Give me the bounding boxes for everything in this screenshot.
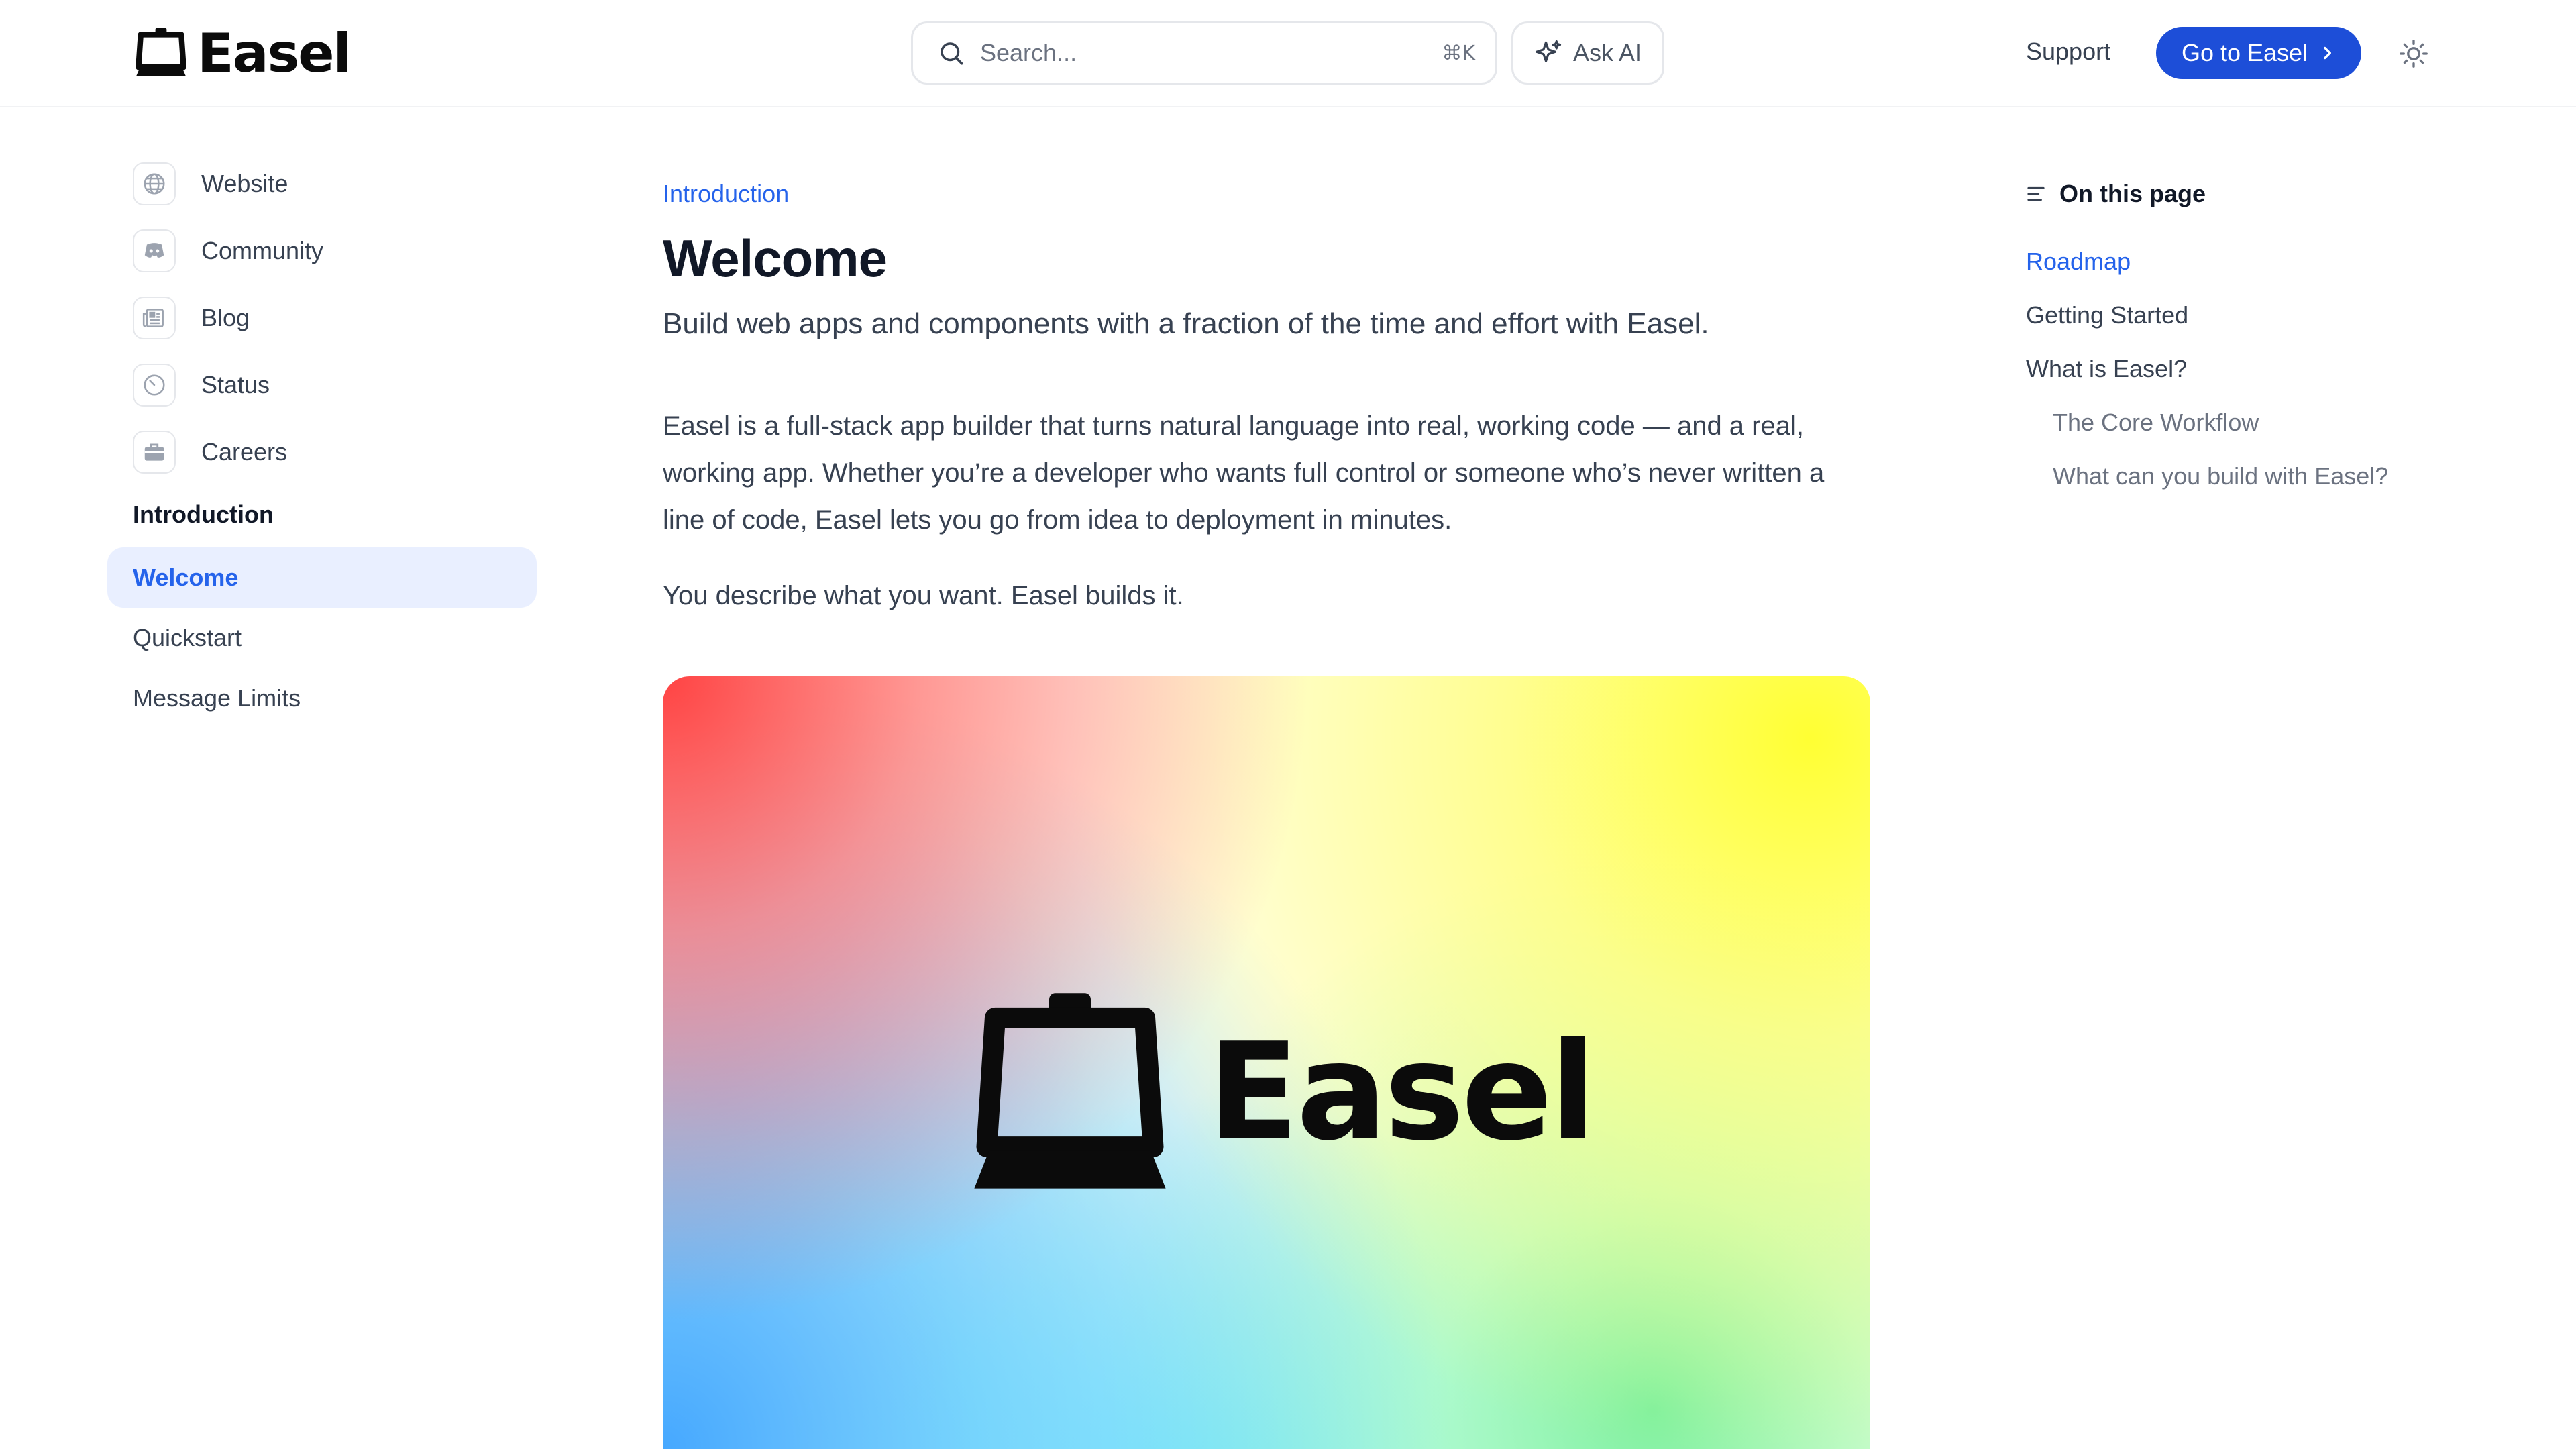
breadcrumb[interactable]: Introduction [663,180,789,208]
sidebar-link-label: Status [201,371,270,398]
easel-logo-icon [974,993,1166,1189]
search-icon [941,42,963,65]
toc-heading: On this page [2026,180,2455,208]
sidebar-link-website[interactable]: Website [133,161,537,207]
discord-icon [144,243,164,258]
newspaper-icon-box [133,297,176,339]
support-link[interactable]: Support [2026,38,2110,66]
go-to-easel-label: Go to Easel [2181,39,2308,66]
sidebar-link-status[interactable]: Status [133,362,537,408]
sidebar-item-quickstart[interactable]: Quickstart [107,608,537,668]
sidebar-link-community[interactable]: Community [133,228,537,274]
toc-item-roadmap[interactable]: Roadmap [2026,235,2455,288]
brand-name: Easel [197,22,352,85]
toc-heading-label: On this page [2059,180,2206,207]
page-title: Welcome [663,229,888,288]
chevron-right-icon [2324,46,2332,60]
brand-logo[interactable]: Easel [133,22,352,85]
sun-icon[interactable] [2399,39,2428,68]
tagline-paragraph: You describe what you want. Easel builds… [663,581,1184,610]
sidebar-item-welcome[interactable]: Welcome [107,547,537,608]
globe-icon [144,173,165,195]
intro-paragraph: Easel is a full-stack app builder that t… [663,411,1825,535]
left-sidebar: Website Community Blog Status Careers In… [107,161,537,729]
hero-logo-text: Easel [1208,1014,1596,1171]
ask-ai-label: Ask AI [1572,39,1642,66]
briefcase-icon [144,443,164,461]
sidebar-link-label: Careers [201,438,288,466]
sidebar-link-careers[interactable]: Careers [133,429,537,475]
hero-logo: Easel [966,989,1596,1197]
go-to-easel-button[interactable]: Go to Easel [2156,27,2361,79]
status-icon [144,374,165,396]
search-input[interactable]: Search... ⌘K [911,21,1497,85]
sidebar-item-message-limits[interactable]: Message Limits [107,668,537,729]
sidebar-section-title: Introduction [133,500,274,528]
sparkle-icon [1535,40,1562,62]
briefcase-icon-box [133,431,176,474]
toc-item-what-is-easel[interactable]: What is Easel? [2026,342,2455,396]
status-icon-box [133,364,176,407]
table-of-contents: On this page Roadmap Getting Started Wha… [2026,180,2455,503]
ask-ai-button[interactable]: Ask AI [1511,21,1664,85]
discord-icon-box [133,229,176,272]
sidebar-link-label: Community [201,237,324,264]
toc-item-getting-started[interactable]: Getting Started [2026,288,2455,342]
page-subtitle: Build web apps and components with a fra… [663,307,1709,340]
search-placeholder: Search... [980,39,1077,66]
globe-icon-box [133,162,176,205]
sidebar-link-label: Website [201,170,288,197]
search-shortcut: ⌘K [1442,41,1475,65]
list-icon [2027,186,2045,201]
hero-banner: Easel [663,676,1870,1449]
sidebar-link-label: Blog [201,304,250,331]
newspaper-icon [142,309,164,327]
top-header: Easel Search... ⌘K Ask AI Support Go to … [0,0,2576,107]
toc-item-core-workflow[interactable]: The Core Workflow [2026,396,2455,449]
sidebar-link-blog[interactable]: Blog [133,295,537,341]
toc-item-what-can-you-build[interactable]: What can you build with Easel? [2026,449,2455,503]
easel-logo-icon [136,28,186,76]
